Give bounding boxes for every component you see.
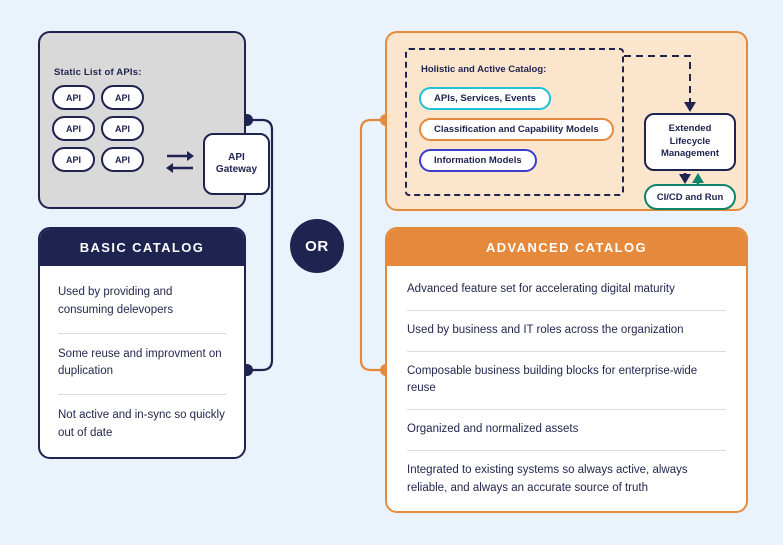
static-list-title: Static List of APIs: <box>54 67 142 78</box>
api-pill[interactable]: API <box>101 147 144 172</box>
list-item: Used by providing and consuming delevope… <box>58 272 226 334</box>
static-api-list-box: Static List of APIs: API API API API API… <box>38 31 270 209</box>
arrow-down-icon <box>679 174 691 184</box>
advanced-catalog-list: Advanced feature set for accelerating di… <box>387 266 746 509</box>
dashed-arrowhead <box>684 102 696 112</box>
api-pill[interactable]: API <box>52 116 95 141</box>
or-divider-badge: OR <box>290 219 344 273</box>
bidirectional-exchange-arrows-icon <box>166 151 194 173</box>
list-item: Composable business building blocks for … <box>407 352 726 411</box>
list-item: Organized and normalized assets <box>407 410 726 452</box>
api-pill[interactable]: API <box>101 85 144 110</box>
arrow-up-icon <box>692 173 704 183</box>
api-pill[interactable]: API <box>101 116 144 141</box>
dashed-arrow-down-icon <box>624 55 691 103</box>
api-pill-grid: API API API API API API <box>52 85 144 172</box>
list-item: Advanced feature set for accelerating di… <box>407 270 726 311</box>
advanced-catalog-card: ADVANCED CATALOG Advanced feature set fo… <box>385 227 748 513</box>
advanced-catalog-header: ADVANCED CATALOG <box>387 229 746 266</box>
basic-catalog-header: BASIC CATALOG <box>40 229 244 266</box>
list-item: Used by business and IT roles across the… <box>407 311 726 352</box>
api-gateway-box: API Gateway <box>203 133 270 195</box>
list-item: Some reuse and improvment on duplication <box>58 334 226 396</box>
cicd-and-run-box: CI/CD and Run <box>644 184 736 210</box>
basic-catalog-card: BASIC CATALOG Used by providing and cons… <box>38 227 246 459</box>
elm-line1: Extended <box>668 123 712 135</box>
advanced-catalog-diagram-panel: Holistic and Active Catalog: APIs, Servi… <box>385 31 748 211</box>
list-item: Integrated to existing systems so always… <box>407 464 688 494</box>
elm-line3: Management <box>660 148 720 160</box>
api-gateway-line1: API <box>228 151 245 163</box>
extended-lifecycle-management-label: Extended Lifecycle Management <box>661 123 719 160</box>
api-gateway-line2: Gateway <box>215 164 258 175</box>
elm-line2: Lifecycle <box>669 135 711 147</box>
api-gateway-label: API Gateway <box>216 152 257 177</box>
api-pill[interactable]: API <box>52 85 95 110</box>
extended-lifecycle-management-box: Extended Lifecycle Management <box>644 113 736 171</box>
diagram-canvas: Static List of APIs: API API API API API… <box>0 0 783 545</box>
basic-catalog-list: Used by providing and consuming delevope… <box>40 266 244 456</box>
list-item: Not active and in-sync so quickly out of… <box>58 409 225 440</box>
api-pill[interactable]: API <box>52 147 95 172</box>
advanced-connector-path <box>359 118 387 372</box>
